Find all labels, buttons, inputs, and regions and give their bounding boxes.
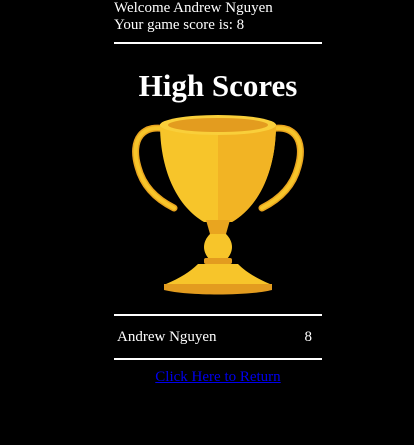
trophy-icon	[132, 115, 304, 295]
divider-top	[114, 42, 322, 44]
divider-bottom	[114, 358, 322, 360]
high-score-name: Andrew Nguyen	[117, 328, 217, 345]
welcome-message: Welcome Andrew Nguyen	[114, 0, 273, 16]
game-score-text: Your game score is: 8	[114, 17, 245, 33]
high-score-value: 8	[304, 328, 313, 345]
return-link[interactable]: Click Here to Return	[114, 369, 322, 386]
page-container: Welcome Andrew Nguyen Your game score is…	[114, 0, 322, 386]
high-score-row: Andrew Nguyen 8	[114, 316, 322, 358]
page-title: High Scores	[138, 68, 298, 103]
